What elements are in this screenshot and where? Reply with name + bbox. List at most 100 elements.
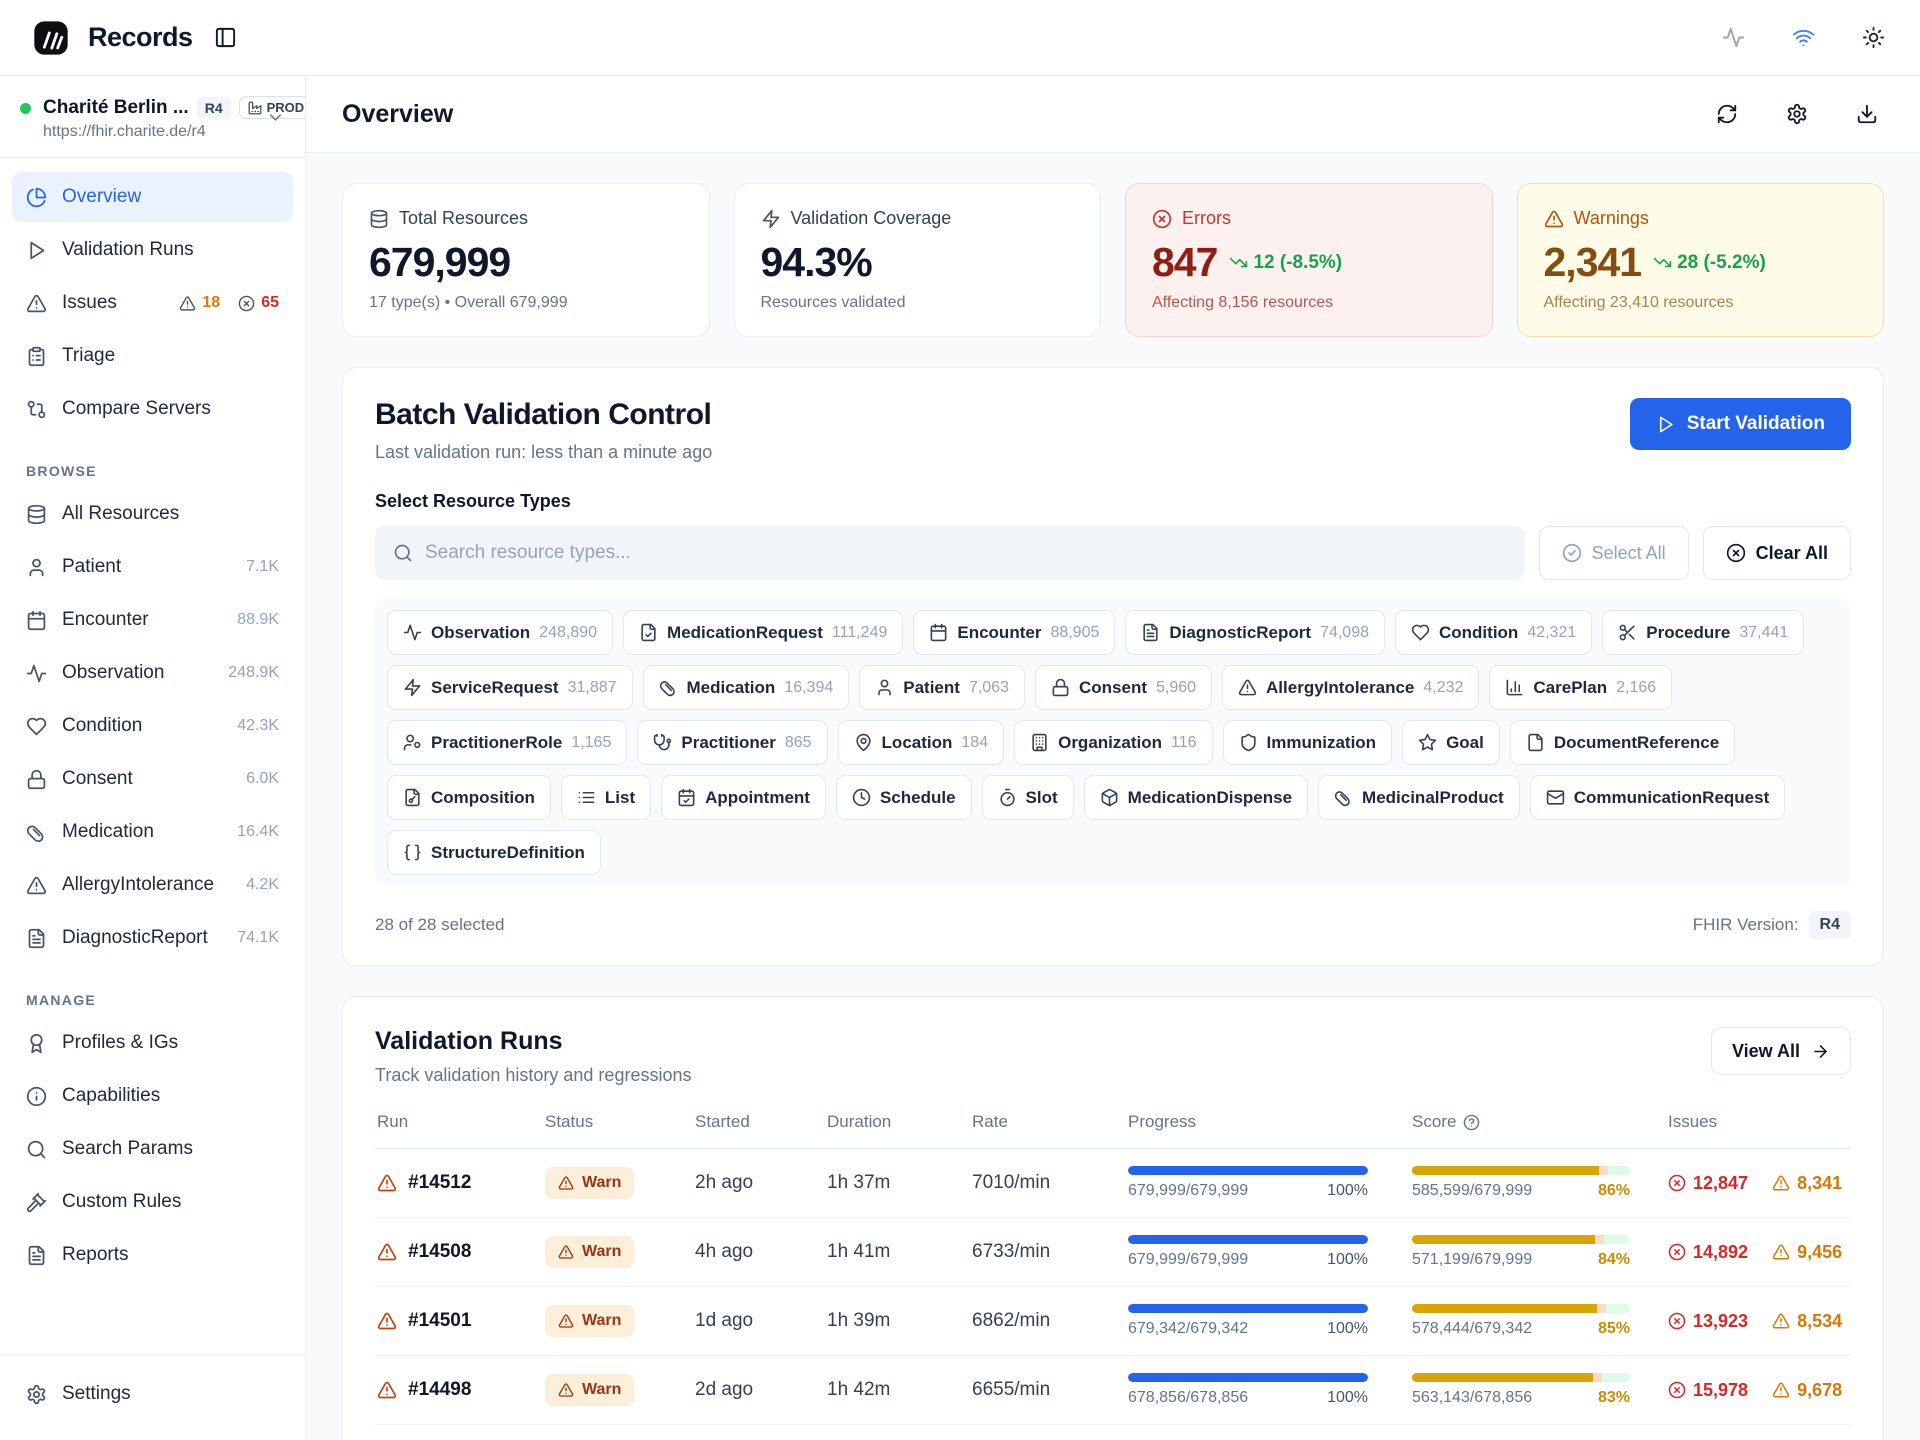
stat-label: Warnings (1574, 208, 1649, 229)
resource-chip-encounter[interactable]: Encounter88,905 (913, 610, 1115, 655)
sidebar-item-allergyintolerance[interactable]: AllergyIntolerance4.2K (12, 860, 293, 910)
resource-chip-goal[interactable]: Goal (1402, 720, 1500, 765)
wifi-icon[interactable] (1786, 21, 1820, 55)
resource-chip-slot[interactable]: Slot (982, 775, 1074, 820)
sidebar-item-search-params[interactable]: Search Params (12, 1124, 293, 1174)
sidebar-item-consent[interactable]: Consent6.0K (12, 754, 293, 804)
resource-chip-diagnosticreport[interactable]: DiagnosticReport74,098 (1125, 610, 1385, 655)
stat-card-total-resources: Total Resources679,99917 type(s) • Overa… (342, 183, 710, 337)
resource-chip-composition[interactable]: Composition (387, 775, 551, 820)
award-icon (26, 1033, 47, 1054)
run-row-14498[interactable]: #14498Warn2d ago1h 42m6655/min678,856/67… (375, 1356, 1851, 1425)
server-selector[interactable]: Charité Berlin ... R4 PROD https://fhir.… (0, 76, 305, 158)
resource-chip-careplan[interactable]: CarePlan2,166 (1489, 665, 1672, 710)
resource-chip-condition[interactable]: Condition42,321 (1395, 610, 1592, 655)
resource-chip-observation[interactable]: Observation248,890 (387, 610, 613, 655)
stat-subtitle: 17 type(s) • Overall 679,999 (369, 294, 683, 312)
trending-down-icon (1653, 253, 1672, 272)
resource-chip-immunization[interactable]: Immunization (1223, 720, 1393, 765)
stat-subtitle: Resources validated (761, 294, 1075, 312)
sidebar-item-diagnosticreport[interactable]: DiagnosticReport74.1K (12, 913, 293, 963)
start-validation-button[interactable]: Start Validation (1630, 398, 1851, 450)
resource-chip-procedure[interactable]: Procedure37,441 (1602, 610, 1804, 655)
run-row-14512[interactable]: #14512Warn2h ago1h 37m7010/min679,999/67… (375, 1149, 1851, 1218)
resource-chip-medicationrequest[interactable]: MedicationRequest111,249 (623, 610, 903, 655)
stat-value: 847 (1152, 239, 1217, 286)
stat-trend: 28 (-5.2%) (1653, 252, 1766, 274)
theme-sun-icon[interactable] (1856, 21, 1890, 55)
resource-chip-organization[interactable]: Organization116 (1014, 720, 1212, 765)
resource-count: 248.9K (228, 664, 279, 682)
resource-chip-medicinalproduct[interactable]: MedicinalProduct (1318, 775, 1520, 820)
score-text: 585,599/679,999 (1412, 1182, 1532, 1200)
progress-bar: 679,999/679,999100% (1128, 1235, 1368, 1269)
sidebar-item-validation-runs[interactable]: Validation Runs (12, 225, 293, 275)
clear-all-button[interactable]: Clear All (1703, 526, 1851, 580)
error-count: 15,978 (1668, 1380, 1748, 1401)
resource-chip-location[interactable]: Location184 (838, 720, 1005, 765)
run-row-14495[interactable]: #14495Warn3d ago1h 38m6921/min678,234/67… (375, 1425, 1851, 1440)
sidebar-item-label: Profiles & IGs (62, 1032, 178, 1054)
sidebar-item-encounter[interactable]: Encounter88.9K (12, 595, 293, 645)
resource-chip-list[interactable]: List (561, 775, 651, 820)
select-all-button[interactable]: Select All (1539, 526, 1689, 580)
triangle-alert-icon (377, 1242, 397, 1262)
settings-gear-icon[interactable] (1780, 97, 1814, 131)
resource-chip-allergyintolerance[interactable]: AllergyIntolerance4,232 (1222, 665, 1479, 710)
resource-chip-communicationrequest[interactable]: CommunicationRequest (1530, 775, 1786, 820)
sidebar-toggle-icon[interactable] (209, 21, 243, 55)
server-status-dot (20, 103, 31, 114)
package-icon (1100, 788, 1119, 807)
lock-icon (26, 769, 47, 790)
run-row-14501[interactable]: #14501Warn1d ago1h 39m6862/min679,342/67… (375, 1287, 1851, 1356)
score-help-icon[interactable] (1463, 1114, 1480, 1131)
sidebar-item-custom-rules[interactable]: Custom Rules (12, 1177, 293, 1227)
sidebar-item-patient[interactable]: Patient7.1K (12, 542, 293, 592)
factory-icon (248, 101, 262, 115)
sidebar-item-triage[interactable]: Triage (12, 331, 293, 381)
stat-label: Total Resources (399, 208, 528, 229)
resource-chip-structuredefinition[interactable]: StructureDefinition (387, 830, 601, 875)
resource-count: 7.1K (246, 558, 279, 576)
resource-chip-practitionerrole[interactable]: PractitionerRole1,165 (387, 720, 627, 765)
heart-icon (26, 716, 47, 737)
resource-chip-consent[interactable]: Consent5,960 (1035, 665, 1212, 710)
sidebar-item-all-resources[interactable]: All Resources (12, 489, 293, 539)
triangle-alert-icon (377, 1311, 397, 1331)
score-text: 571,199/679,999 (1412, 1251, 1532, 1269)
resource-chip-schedule[interactable]: Schedule (836, 775, 972, 820)
run-row-14508[interactable]: #14508Warn4h ago1h 41m6733/min679,999/67… (375, 1218, 1851, 1287)
sidebar-item-overview[interactable]: Overview (12, 172, 293, 222)
list-icon (577, 788, 596, 807)
sidebar-item-settings[interactable]: Settings (12, 1369, 293, 1419)
sidebar-item-profiles-igs[interactable]: Profiles & IGs (12, 1018, 293, 1068)
sidebar-item-condition[interactable]: Condition42.3K (12, 701, 293, 751)
run-duration: 1h 41m (827, 1241, 972, 1263)
download-icon[interactable] (1850, 97, 1884, 131)
resource-chip-medication[interactable]: Medication16,394 (643, 665, 850, 710)
resource-search-input[interactable] (425, 542, 1507, 564)
stat-card-warnings: Warnings2,34128 (-5.2%)Affecting 23,410 … (1517, 183, 1885, 337)
view-all-button[interactable]: View All (1711, 1027, 1851, 1075)
arrow-right-icon (1811, 1042, 1830, 1061)
progress-text: 679,342/679,342 (1128, 1320, 1248, 1338)
sidebar-item-reports[interactable]: Reports (12, 1230, 293, 1280)
resource-chip-appointment[interactable]: Appointment (661, 775, 826, 820)
activity-icon[interactable] (1716, 21, 1750, 55)
file-icon (1526, 733, 1545, 752)
resource-chip-documentreference[interactable]: DocumentReference (1510, 720, 1735, 765)
issues-error-count: 65 (238, 294, 279, 312)
resource-chip-patient[interactable]: Patient7,063 (859, 665, 1025, 710)
trending-down-icon (1229, 253, 1248, 272)
resource-chip-medicationdispense[interactable]: MedicationDispense (1084, 775, 1308, 820)
sidebar-item-observation[interactable]: Observation248.9K (12, 648, 293, 698)
resource-chip-servicerequest[interactable]: ServiceRequest31,887 (387, 665, 633, 710)
sidebar-item-compare-servers[interactable]: Compare Servers (12, 384, 293, 434)
sidebar-item-issues[interactable]: Issues1865 (12, 278, 293, 328)
circle-x-icon (1668, 1243, 1686, 1261)
sidebar-item-medication[interactable]: Medication16.4K (12, 807, 293, 857)
fhir-version-value: R4 (1809, 911, 1851, 939)
sidebar-item-capabilities[interactable]: Capabilities (12, 1071, 293, 1121)
refresh-icon[interactable] (1710, 97, 1744, 131)
resource-chip-practitioner[interactable]: Practitioner865 (637, 720, 827, 765)
